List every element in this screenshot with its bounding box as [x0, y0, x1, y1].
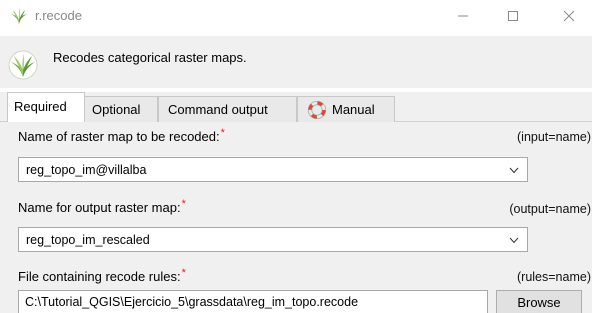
input-map-value: reg_topo_im@villalba [26, 163, 147, 177]
rules-file-value: C:\Tutorial_QGIS\Ejercicio_5\grassdata\r… [25, 295, 359, 309]
tab-label: Manual [332, 102, 375, 117]
window-title: r.recode [35, 8, 82, 23]
tab-command-output[interactable]: Command output [158, 96, 297, 122]
tab-label: Optional [92, 102, 141, 117]
maximize-icon [508, 11, 518, 21]
minimize-button[interactable] [440, 0, 486, 32]
tab-label: Command output [168, 102, 268, 117]
output-param-key: (output=name) [509, 202, 591, 216]
tab-optional[interactable]: Optional [84, 96, 158, 122]
title-bar[interactable]: r.recode [0, 0, 592, 32]
module-description: Recodes categorical raster maps. [53, 50, 247, 65]
label-text: Name for output raster map: [18, 200, 181, 215]
input-map-label: Name of raster map to be recoded:* [18, 127, 225, 144]
required-parameters-panel: Name of raster map to be recoded:* (inpu… [0, 122, 592, 313]
browse-button[interactable]: Browse [496, 290, 582, 313]
close-icon [563, 10, 575, 22]
tab-manual[interactable]: Manual [297, 96, 395, 122]
required-marker: * [181, 198, 186, 210]
input-map-select[interactable]: reg_topo_im@villalba [18, 157, 528, 182]
rules-param-key: (rules=name) [517, 270, 591, 284]
output-map-label: Name for output raster map:* [18, 198, 186, 215]
required-marker: * [181, 267, 186, 279]
grass-logo-icon [10, 7, 28, 25]
output-map-select[interactable]: reg_topo_im_rescaled [18, 227, 528, 252]
input-param-key: (input=name) [517, 130, 591, 144]
tab-required[interactable]: Required [7, 92, 85, 122]
close-button[interactable] [546, 0, 592, 32]
rules-file-input[interactable]: C:\Tutorial_QGIS\Ejercicio_5\grassdata\r… [18, 290, 488, 313]
chevron-down-icon[interactable] [509, 237, 519, 244]
module-description-header: Recodes categorical raster maps. [0, 36, 592, 88]
required-marker: * [220, 127, 225, 139]
rules-file-label: File containing recode rules:* [18, 267, 186, 284]
chevron-down-icon[interactable] [509, 167, 519, 174]
output-map-value: reg_topo_im_rescaled [26, 233, 150, 247]
label-text: File containing recode rules: [18, 269, 181, 284]
label-text: Name of raster map to be recoded: [18, 129, 220, 144]
maximize-button[interactable] [490, 0, 536, 32]
tab-label: Required [14, 99, 67, 114]
lifebuoy-icon [307, 100, 327, 120]
tab-bar: Optional Command output Manual Required [0, 92, 592, 122]
grass-logo-icon [8, 50, 38, 80]
minimize-icon [458, 15, 468, 17]
